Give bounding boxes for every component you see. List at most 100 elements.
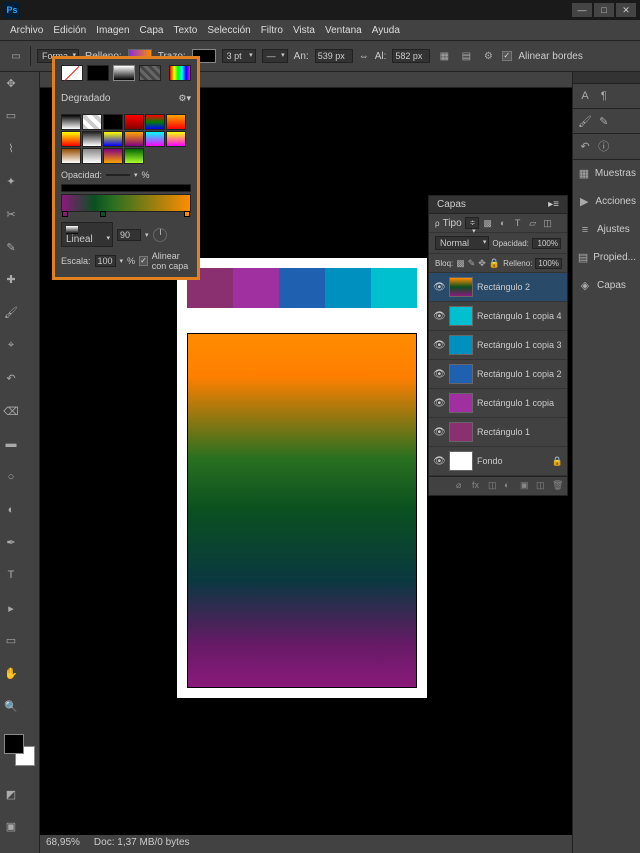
height-input[interactable]: 582 px [392, 49, 430, 63]
gradient-preset[interactable] [61, 114, 81, 130]
filter-smart-icon[interactable]: ◫ [542, 217, 554, 229]
gradient-style-select[interactable]: Lineal [61, 222, 113, 247]
info-panel-icon[interactable]: ⓘ [596, 138, 612, 154]
fill-none-button[interactable] [61, 65, 83, 81]
dock-button-capas[interactable]: ◈Capas [573, 272, 640, 300]
lock-pos-icon[interactable]: ✥ [478, 257, 486, 269]
blur-tool[interactable]: ○ [2, 468, 20, 486]
gradient-preset[interactable] [103, 114, 123, 130]
visibility-icon[interactable]: 👁 [433, 282, 445, 293]
gradient-preset[interactable] [166, 114, 186, 130]
layer-thumb[interactable] [449, 364, 473, 384]
gradient-rectangle[interactable] [187, 333, 417, 688]
gradient-preset[interactable] [145, 131, 165, 147]
document[interactable] [177, 258, 427, 698]
opacity-strip[interactable] [61, 184, 191, 192]
visibility-icon[interactable]: 👁 [433, 427, 445, 438]
history-brush-tool[interactable]: ↶ [2, 369, 20, 387]
menu-ventana[interactable]: Ventana [325, 25, 362, 36]
angle-input[interactable]: 90 [117, 229, 141, 241]
path-arrange-icon[interactable]: ▤ [458, 48, 474, 64]
crop-tool[interactable]: ✂ [2, 205, 20, 223]
layer-row[interactable]: 👁Rectángulo 1 copia 4 [429, 302, 567, 331]
type-tool[interactable]: T [2, 566, 20, 584]
layer-thumb[interactable] [449, 335, 473, 355]
visibility-icon[interactable]: 👁 [433, 456, 445, 467]
gradient-preset[interactable] [103, 131, 123, 147]
menu-vista[interactable]: Vista [293, 25, 315, 36]
adjustment-icon[interactable]: ◐ [504, 480, 516, 492]
gradient-preset[interactable] [124, 148, 144, 164]
gradient-preset[interactable] [61, 131, 81, 147]
layer-row[interactable]: 👁Rectángulo 1 [429, 418, 567, 447]
palette-color[interactable] [233, 268, 279, 308]
brush-tool[interactable]: 🖌 [2, 304, 20, 322]
filter-pixel-icon[interactable]: ▩ [482, 217, 494, 229]
menu-edición[interactable]: Edición [53, 25, 86, 36]
minimize-button[interactable]: — [572, 3, 592, 17]
angle-dial[interactable] [153, 228, 167, 242]
layer-name[interactable]: Rectángulo 1 copia [477, 398, 563, 408]
path-align-icon[interactable]: ▦ [436, 48, 452, 64]
visibility-icon[interactable]: 👁 [433, 340, 445, 351]
layer-name[interactable]: Rectángulo 2 [477, 282, 563, 292]
lasso-tool[interactable]: ⌇ [2, 140, 20, 158]
layer-name[interactable]: Rectángulo 1 copia 3 [477, 340, 563, 350]
zoom-level[interactable]: 68,95% [46, 837, 80, 851]
brush-panel-icon[interactable]: 🖌 [577, 113, 593, 129]
gradient-preset[interactable] [82, 148, 102, 164]
menu-capa[interactable]: Capa [140, 25, 164, 36]
quickmask-tool[interactable]: ◩ [2, 785, 20, 803]
layer-opacity-input[interactable]: 100% [532, 238, 561, 249]
layer-row[interactable]: 👁Fondo🔒 [429, 447, 567, 476]
zoom-tool[interactable]: 🔍 [2, 697, 20, 715]
layer-thumb[interactable] [449, 277, 473, 297]
opacity-arrow-icon[interactable]: ▾ [134, 171, 138, 179]
fill-pattern-button[interactable] [139, 65, 161, 81]
filter-type-icon[interactable]: T [512, 217, 524, 229]
gradient-stop[interactable] [184, 211, 190, 217]
stroke-width-input[interactable]: 3 pt [222, 49, 256, 63]
gradient-tool[interactable]: ▬ [2, 435, 20, 453]
hand-tool[interactable]: ✋ [2, 665, 20, 683]
fill-gradient-button[interactable] [113, 65, 135, 81]
shape-tool[interactable]: ▭ [2, 632, 20, 650]
menu-texto[interactable]: Texto [173, 25, 197, 36]
layer-name[interactable]: Fondo [477, 456, 548, 466]
palette-color[interactable] [371, 268, 417, 308]
gradient-editor[interactable] [61, 194, 191, 212]
filter-adjust-icon[interactable]: ◐ [497, 217, 509, 229]
stamp-tool[interactable]: ⌖ [2, 337, 20, 355]
scale-input[interactable]: 100 [95, 255, 116, 267]
width-input[interactable]: 539 px [315, 49, 353, 63]
dodge-tool[interactable]: ◐ [2, 501, 20, 519]
new-layer-icon[interactable]: ◫ [536, 480, 548, 492]
layer-row[interactable]: 👁 Rectángulo 2 [429, 273, 567, 302]
wand-tool[interactable]: ✦ [2, 172, 20, 190]
screenmode-tool[interactable]: ▣ [2, 818, 20, 836]
opacity-input[interactable] [106, 174, 130, 176]
lock-all-icon[interactable]: 🔒 [489, 257, 500, 269]
gradient-preset[interactable] [166, 131, 186, 147]
layer-row[interactable]: 👁 Rectángulo 1 copia [429, 389, 567, 418]
trash-icon[interactable]: 🗑 [552, 480, 564, 492]
gradient-preset[interactable] [61, 148, 81, 164]
layers-tab[interactable]: Capas [437, 199, 466, 210]
char-panel-icon[interactable]: A [577, 88, 593, 104]
gradient-stop[interactable] [100, 211, 106, 217]
color-picker-button[interactable] [169, 65, 191, 81]
fill-solid-button[interactable] [87, 65, 109, 81]
link-layers-icon[interactable]: ⌀ [456, 480, 468, 492]
layer-thumb[interactable] [449, 393, 473, 413]
mask-icon[interactable]: ◫ [488, 480, 500, 492]
menu-filtro[interactable]: Filtro [261, 25, 283, 36]
palette-color[interactable] [279, 268, 325, 308]
dock-button-propied[interactable]: ▤Propied... [573, 244, 640, 272]
fx-icon[interactable]: fx [472, 480, 484, 492]
close-button[interactable]: ✕ [616, 3, 636, 17]
gradient-preset[interactable] [82, 114, 102, 130]
visibility-icon[interactable]: 👁 [433, 398, 445, 409]
layer-thumb[interactable] [449, 451, 473, 471]
maximize-button[interactable]: □ [594, 3, 614, 17]
layer-name[interactable]: Rectángulo 1 copia 2 [477, 369, 563, 379]
